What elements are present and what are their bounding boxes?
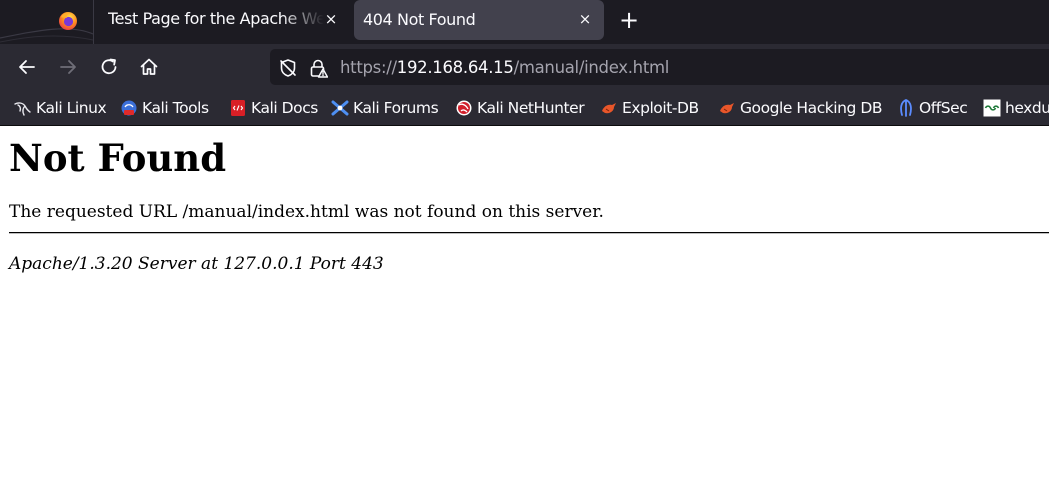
tab-404-not-found[interactable]: 404 Not Found × (354, 0, 604, 40)
divider (9, 232, 1049, 234)
tab-title: Test Page for the Apache Web Server on R… (108, 9, 324, 28)
error-message: The requested URL /manual/index.html was… (9, 202, 604, 222)
exploit-db-icon (602, 103, 616, 114)
page-content: Not Found The requested URL /manual/inde… (0, 126, 1049, 481)
firefox-icon[interactable] (58, 11, 78, 31)
kali-dragon-icon (14, 102, 31, 116)
new-tab-button[interactable]: + (618, 8, 640, 32)
bookmark-kali-tools[interactable]: Kali Tools (120, 97, 209, 119)
tab-apache-test-page[interactable]: Test Page for the Apache Web Server on R… (95, 0, 347, 44)
back-button[interactable] (16, 56, 38, 78)
bookmark-label: Kali Forums (353, 99, 439, 117)
kali-tools-icon (121, 100, 137, 116)
navigation-toolbar: https://192.168.64.15/manual/index.html (0, 44, 1049, 90)
bookmark-kali-forums[interactable]: Kali Forums (331, 97, 439, 119)
bookmark-google-hacking-db[interactable]: Google Hacking DB (718, 97, 883, 119)
tab-title: 404 Not Found (363, 10, 476, 29)
bookmark-label: OffSec (919, 99, 968, 117)
page-heading: Not Found (9, 136, 227, 180)
bookmark-hexdump[interactable]: hexdu (983, 97, 1049, 119)
home-button[interactable] (138, 56, 160, 78)
offsec-icon (900, 99, 912, 117)
reload-button[interactable] (98, 56, 120, 78)
nethunter-icon (456, 100, 472, 116)
close-tab-icon[interactable]: × (323, 10, 339, 28)
bookmark-label: Kali NetHunter (477, 99, 585, 117)
url-host: 192.168.64.15 (396, 58, 514, 77)
url-text[interactable]: https://192.168.64.15/manual/index.html (340, 58, 669, 77)
bookmark-label: Kali Tools (142, 99, 209, 117)
bookmark-label: Kali Linux (36, 99, 107, 117)
url-path: /manual/index.html (513, 58, 670, 77)
bookmarks-toolbar: Kali Linux Kali Tools Kali Docs Kali For… (0, 90, 1049, 126)
server-signature: Apache/1.3.20 Server at 127.0.0.1 Port 4… (9, 254, 384, 274)
bookmark-exploit-db[interactable]: Exploit-DB (600, 97, 699, 119)
bookmark-label: hexdu (1005, 99, 1049, 117)
kali-docs-icon (231, 100, 245, 116)
tracking-protection-shield-icon[interactable] (278, 58, 298, 78)
close-tab-icon[interactable]: × (577, 10, 593, 28)
bookmark-kali-linux[interactable]: Kali Linux (14, 97, 107, 119)
insecure-lock-warning-icon[interactable] (308, 58, 328, 78)
bookmark-kali-nethunter[interactable]: Kali NetHunter (455, 97, 585, 119)
bookmark-label: Exploit-DB (622, 99, 699, 117)
kali-forums-icon (331, 100, 349, 116)
ghdb-icon (720, 103, 734, 114)
hexdump-icon (983, 99, 1001, 117)
tab-strip: Test Page for the Apache Web Server on R… (0, 0, 1049, 44)
forward-button[interactable] (57, 56, 79, 78)
bookmark-offsec[interactable]: OffSec (897, 97, 968, 119)
url-scheme: https:// (340, 58, 397, 77)
tab-separator (93, 0, 94, 44)
address-bar[interactable]: https://192.168.64.15/manual/index.html (270, 49, 1049, 85)
bookmark-kali-docs[interactable]: Kali Docs (229, 97, 318, 119)
bookmark-label: Google Hacking DB (740, 99, 883, 117)
bookmark-label: Kali Docs (251, 99, 318, 117)
